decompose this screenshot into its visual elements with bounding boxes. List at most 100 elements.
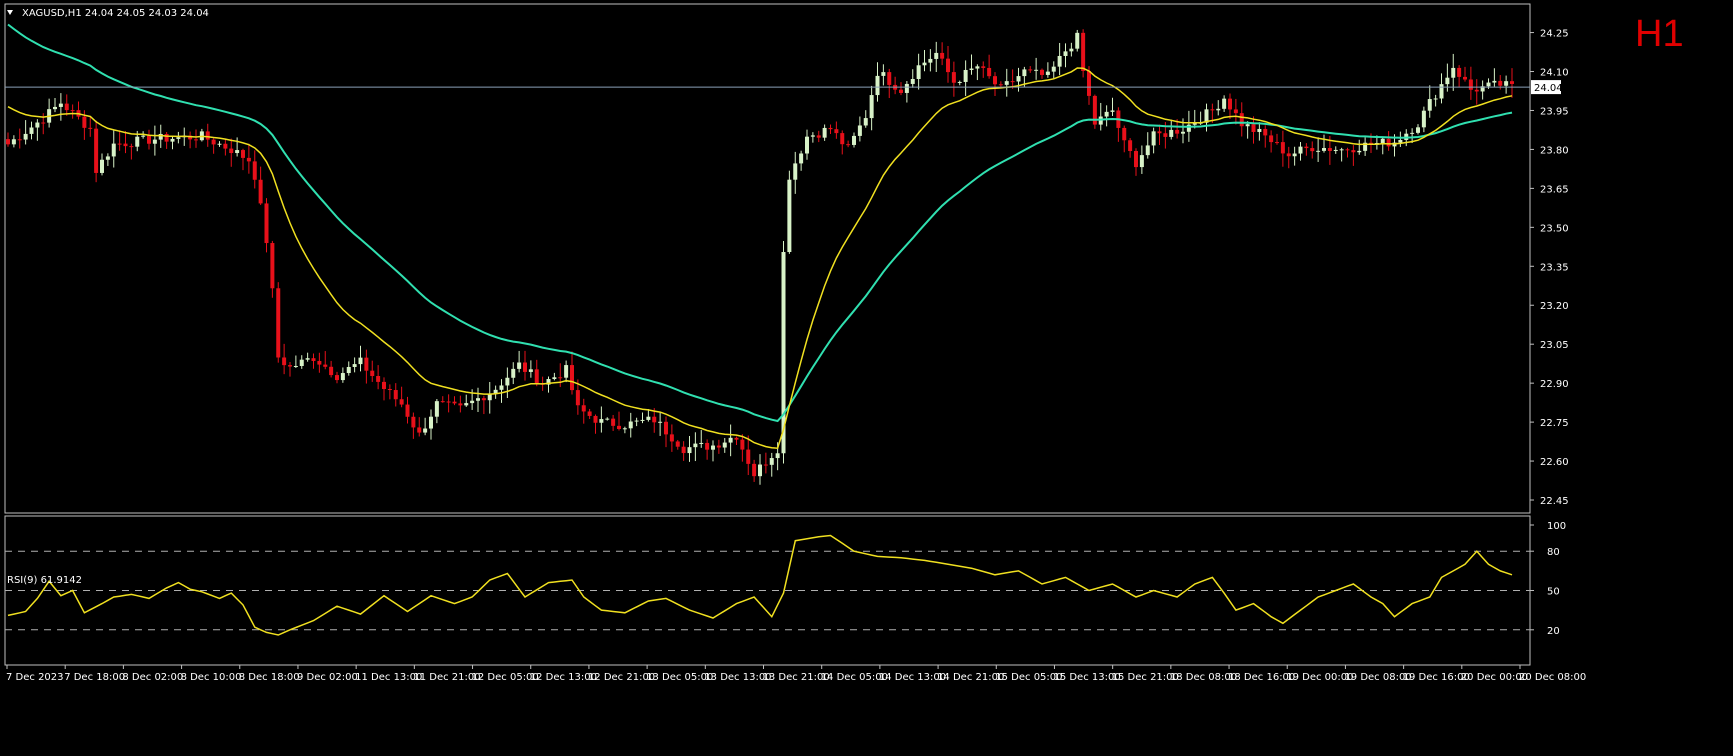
candle-body: [117, 143, 122, 145]
candle-body: [1298, 146, 1303, 154]
candle-body: [940, 52, 945, 59]
candle-body: [393, 390, 398, 400]
candle-body: [628, 421, 633, 429]
candle-body: [1051, 66, 1056, 72]
candle-body: [440, 401, 445, 403]
candle-body: [258, 179, 263, 204]
candle-body: [1504, 81, 1509, 86]
candle-body: [581, 405, 586, 412]
candle-body: [534, 369, 539, 384]
time-tick-label: 15 Dec 05:00: [995, 672, 1062, 683]
candle-body: [335, 375, 339, 381]
candle-body: [94, 128, 99, 173]
candle-body: [681, 446, 686, 454]
candle-body: [1386, 138, 1391, 147]
candle-body: [1433, 98, 1438, 100]
candle-body: [340, 373, 345, 381]
candle-body: [35, 122, 40, 128]
candle-body: [299, 359, 304, 366]
candle-body: [728, 437, 733, 443]
candle-body: [176, 137, 181, 139]
candle-body: [217, 143, 222, 145]
candle-body: [1045, 71, 1050, 75]
candle-body: [458, 403, 463, 406]
rsi-tick-label: 50: [1547, 587, 1560, 598]
candle-body: [270, 243, 275, 289]
candle-body: [11, 139, 16, 145]
candle-body: [288, 365, 292, 367]
candle-body: [1175, 129, 1180, 134]
candle-body: [587, 411, 592, 416]
candle-body: [951, 72, 956, 83]
chart-canvas: 24.25 24.10 23.95 23.80 23.65 23.50 23.35 23.20…: [0, 0, 1733, 756]
candle-body: [699, 442, 704, 444]
candle-body: [752, 463, 757, 477]
candle-body: [1445, 77, 1450, 85]
candle-body: [135, 136, 140, 147]
rsi-tick-label: 100: [1547, 521, 1566, 532]
candle-body: [511, 368, 516, 378]
candle-body: [1421, 110, 1426, 128]
candle-body: [1498, 80, 1503, 86]
timeframe-label: H1: [1635, 13, 1684, 55]
candle-body: [1157, 131, 1162, 134]
candle-body: [1286, 153, 1291, 157]
candle-body: [575, 390, 580, 406]
candle-body: [481, 398, 486, 401]
time-tick-label: 13 Dec 21:00: [763, 672, 830, 683]
candle-body: [211, 139, 216, 145]
candle-body: [387, 388, 392, 391]
candle-body: [53, 106, 57, 110]
candle-body: [552, 377, 557, 380]
candle-body: [1492, 80, 1497, 83]
candle-body: [981, 66, 986, 68]
candle-body: [758, 464, 762, 477]
candle-body: [646, 416, 651, 420]
candle-body: [82, 116, 87, 128]
candle-body: [664, 421, 668, 435]
candle-body: [147, 135, 151, 144]
candle-body: [1163, 133, 1168, 137]
candle-body: [1122, 127, 1127, 141]
candle-body: [722, 442, 727, 448]
candle-body: [1333, 149, 1338, 151]
candle-body: [129, 146, 134, 148]
candle-body: [434, 401, 439, 417]
price-tick-label: 23.95: [1540, 106, 1569, 117]
candle-body: [1004, 81, 1009, 85]
candle-body: [329, 366, 334, 376]
candle-body: [1063, 51, 1068, 56]
candle-body: [1316, 150, 1321, 152]
candle-body: [987, 67, 992, 77]
candle-body: [693, 443, 698, 448]
candle-body: [282, 357, 287, 366]
candle-body: [523, 362, 527, 372]
candle-body: [593, 415, 598, 423]
candle-body: [1257, 128, 1262, 132]
time-tick-label: 19 Dec 16:00: [1403, 672, 1470, 683]
candle-body: [899, 89, 903, 93]
candle-body: [998, 84, 1003, 86]
candle-body: [1169, 129, 1174, 137]
candle-body: [1128, 140, 1133, 152]
candle-body: [993, 76, 997, 85]
candle-body: [1251, 124, 1256, 132]
price-tick-label: 22.75: [1540, 418, 1569, 429]
candle-body: [58, 103, 63, 107]
candle-body: [23, 133, 28, 140]
candle-body: [1322, 148, 1326, 151]
candle-body: [1339, 149, 1344, 151]
candle-body: [1075, 32, 1080, 49]
time-tick-label: 11 Dec 21:00: [413, 672, 480, 683]
candle-body: [1304, 146, 1309, 149]
time-tick-label: 13 Dec 13:00: [704, 672, 771, 683]
candle-body: [834, 129, 839, 134]
candle-body: [476, 398, 480, 401]
time-tick-label: 20 Dec 00:00: [1461, 672, 1528, 683]
candle-body: [1057, 55, 1062, 67]
candle-body: [1104, 111, 1109, 117]
candle-body: [64, 103, 69, 111]
time-tick-label: 12 Dec 05:00: [472, 672, 539, 683]
rsi-tick-label: 20: [1547, 626, 1560, 637]
candle-body: [1134, 151, 1138, 168]
